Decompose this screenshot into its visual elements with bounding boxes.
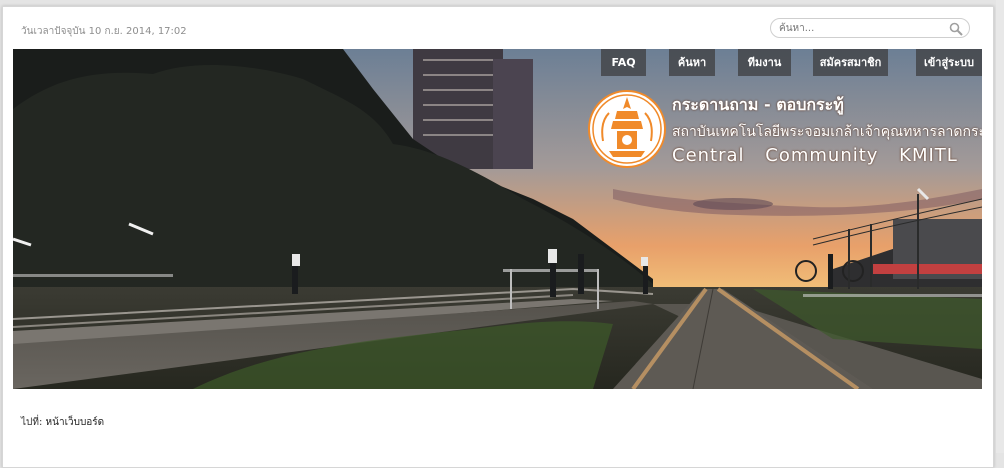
header-banner: FAQ ค้นหา ทีมงาน สมัครสมาชิก เข้าสู่ระบบ… bbox=[13, 49, 982, 389]
current-datetime: วันเวลาปัจจุบัน 10 ก.ย. 2014, 17:02 bbox=[21, 26, 187, 37]
scrollbar[interactable] bbox=[996, 0, 1004, 453]
banner-title-english: Central Community KMITL bbox=[672, 145, 958, 166]
banner-subtitle-thai: สถาบันเทคโนโลยีพระจอมเกล้าเจ้าคุณทหารลาด… bbox=[672, 124, 982, 140]
breadcrumb: ไปที่: หน้าเว็บบอร์ด bbox=[21, 415, 104, 430]
nav-search[interactable]: ค้นหา bbox=[669, 49, 715, 76]
search-input[interactable] bbox=[779, 21, 939, 35]
breadcrumb-prefix: ไปที่: bbox=[21, 417, 43, 428]
nav-faq[interactable]: FAQ bbox=[601, 49, 646, 76]
top-bar: วันเวลาปัจจุบัน 10 ก.ย. 2014, 17:02 bbox=[3, 7, 993, 49]
search-box[interactable] bbox=[770, 18, 970, 38]
nav-register[interactable]: สมัครสมาชิก bbox=[813, 49, 888, 76]
nav-team[interactable]: ทีมงาน bbox=[738, 49, 791, 76]
banner-title-thai: กระดานถาม - ตอบกระทู้ bbox=[672, 95, 844, 114]
kmitl-logo[interactable] bbox=[587, 89, 667, 169]
nav-login[interactable]: เข้าสู่ระบบ bbox=[916, 49, 982, 76]
search-icon[interactable] bbox=[949, 21, 963, 36]
breadcrumb-link-board-index[interactable]: หน้าเว็บบอร์ด bbox=[46, 417, 105, 428]
page-container: วันเวลาปัจจุบัน 10 ก.ย. 2014, 17:02 ค้นห… bbox=[2, 6, 994, 468]
